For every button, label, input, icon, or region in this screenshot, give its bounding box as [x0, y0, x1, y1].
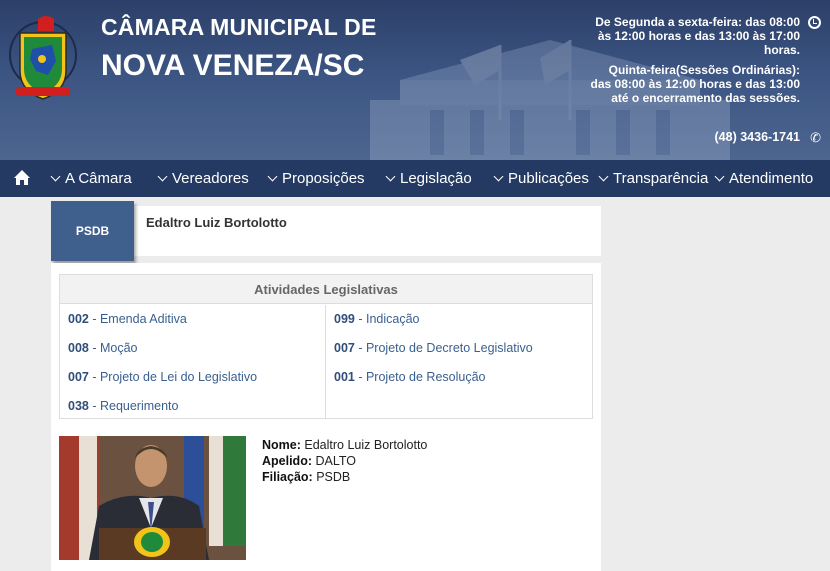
activity-separator: - [88, 370, 100, 384]
legislative-activities-table: Atividades Legislativas 002 - Emenda Adi… [59, 274, 593, 419]
activity-count: 038 [68, 399, 89, 413]
info-name-value: Edaltro Luiz Bortolotto [304, 438, 428, 452]
chevron-down-icon [157, 171, 168, 182]
info-nickname-label: Apelido: [262, 454, 312, 468]
nav-item-label: Atendimento [729, 170, 814, 187]
nav-item-atendimento[interactable]: Atendimento [714, 170, 814, 187]
nav-item-label: Publicações [508, 170, 589, 187]
nav-item-vereadores[interactable]: Vereadores [157, 170, 249, 187]
nav-item-legislacao[interactable]: Legislação [385, 170, 472, 187]
chevron-down-icon [267, 171, 278, 182]
clock-icon [808, 16, 821, 29]
info-party-row: Filiação: PSDB [262, 469, 427, 485]
activity-label: Emenda Aditiva [99, 312, 187, 326]
info-name-row: Nome: Edaltro Luiz Bortolotto [262, 437, 427, 453]
activity-separator: - [88, 312, 100, 326]
phone-icon: ✆ [810, 130, 821, 145]
info-party-value: PSDB [316, 470, 351, 484]
hours-thursday: Quinta-feira(Sessões Ordinárias): das 08… [590, 63, 800, 105]
nav-item-proposicoes[interactable]: Proposições [267, 170, 365, 187]
activity-separator: - [88, 399, 100, 413]
info-party-label: Filiação: [262, 470, 313, 484]
activity-link[interactable]: 099 - Indicação [334, 312, 419, 326]
nav-item-label: A Câmara [65, 170, 132, 187]
info-name-label: Nome: [262, 438, 301, 452]
activity-link[interactable]: 007 - Projeto de Lei do Legislativo [68, 370, 257, 384]
activity-label: Projeto de Decreto Legislativo [365, 341, 533, 355]
chevron-down-icon [385, 171, 396, 182]
chevron-down-icon [714, 171, 725, 182]
site-title-line2: NOVA VENEZA/SC [101, 49, 365, 82]
site-header: CÂMARA MUNICIPAL DE NOVA VENEZA/SC De Se… [0, 0, 830, 160]
councilor-portrait-image [59, 436, 246, 560]
activity-separator: - [354, 312, 366, 326]
nav-item-transparencia[interactable]: Transparência [598, 170, 709, 187]
activity-count: 002 [68, 312, 89, 326]
main-nav: A Câmara Vereadores Proposições Legislaç… [0, 160, 830, 197]
opening-hours: De Segunda a sexta-feira: das 08:00 às 1… [590, 15, 800, 111]
activities-column-left: 002 - Emenda Aditiva 008 - Moção 007 - P… [60, 305, 326, 418]
activity-count: 007 [334, 341, 355, 355]
activity-count: 007 [68, 370, 89, 384]
site-title[interactable]: CÂMARA MUNICIPAL DE NOVA VENEZA/SC [101, 14, 377, 83]
nav-item-label: Legislação [400, 170, 472, 187]
activity-label: Indicação [365, 312, 420, 326]
activity-separator: - [354, 341, 366, 355]
councilor-info: Nome: Edaltro Luiz Bortolotto Apelido: D… [262, 437, 427, 485]
nav-item-label: Vereadores [172, 170, 249, 187]
councilor-photo [59, 436, 246, 560]
activity-separator: - [88, 341, 100, 355]
activity-count: 001 [334, 370, 355, 384]
info-nickname-row: Apelido: DALTO [262, 453, 427, 469]
hours-weekday: De Segunda a sexta-feira: das 08:00 às 1… [595, 15, 800, 57]
activity-label: Projeto de Resolução [365, 370, 486, 384]
activity-label: Requerimento [99, 399, 179, 413]
municipal-logo[interactable] [8, 13, 78, 105]
activity-separator: - [354, 370, 366, 384]
activity-count: 099 [334, 312, 355, 326]
nav-item-publicacoes[interactable]: Publicações [493, 170, 589, 187]
activity-link[interactable]: 038 - Requerimento [68, 399, 178, 413]
activity-link[interactable]: 001 - Projeto de Resolução [334, 370, 486, 384]
phone-number[interactable]: (48) 3436-1741 [715, 130, 800, 144]
activity-link[interactable]: 008 - Moção [68, 341, 138, 355]
party-badge: PSDB [51, 201, 134, 261]
activity-label: Moção [99, 341, 138, 355]
chevron-down-icon [50, 171, 61, 182]
home-icon[interactable] [13, 169, 31, 187]
nav-item-label: Proposições [282, 170, 365, 187]
activities-column-right: 099 - Indicação 007 - Projeto de Decreto… [326, 305, 592, 418]
activity-count: 008 [68, 341, 89, 355]
councilor-name: Edaltro Luiz Bortolotto [146, 215, 287, 230]
info-nickname-value: DALTO [315, 454, 357, 468]
chevron-down-icon [493, 171, 504, 182]
nav-item-label: Transparência [613, 170, 709, 187]
activity-label: Projeto de Lei do Legislativo [99, 370, 258, 384]
site-title-line1: CÂMARA MUNICIPAL DE [101, 14, 377, 40]
activity-link[interactable]: 002 - Emenda Aditiva [68, 312, 187, 326]
chevron-down-icon [598, 171, 609, 182]
nav-item-camara[interactable]: A Câmara [50, 170, 132, 187]
activity-link[interactable]: 007 - Projeto de Decreto Legislativo [334, 341, 533, 355]
activities-title: Atividades Legislativas [60, 275, 592, 304]
